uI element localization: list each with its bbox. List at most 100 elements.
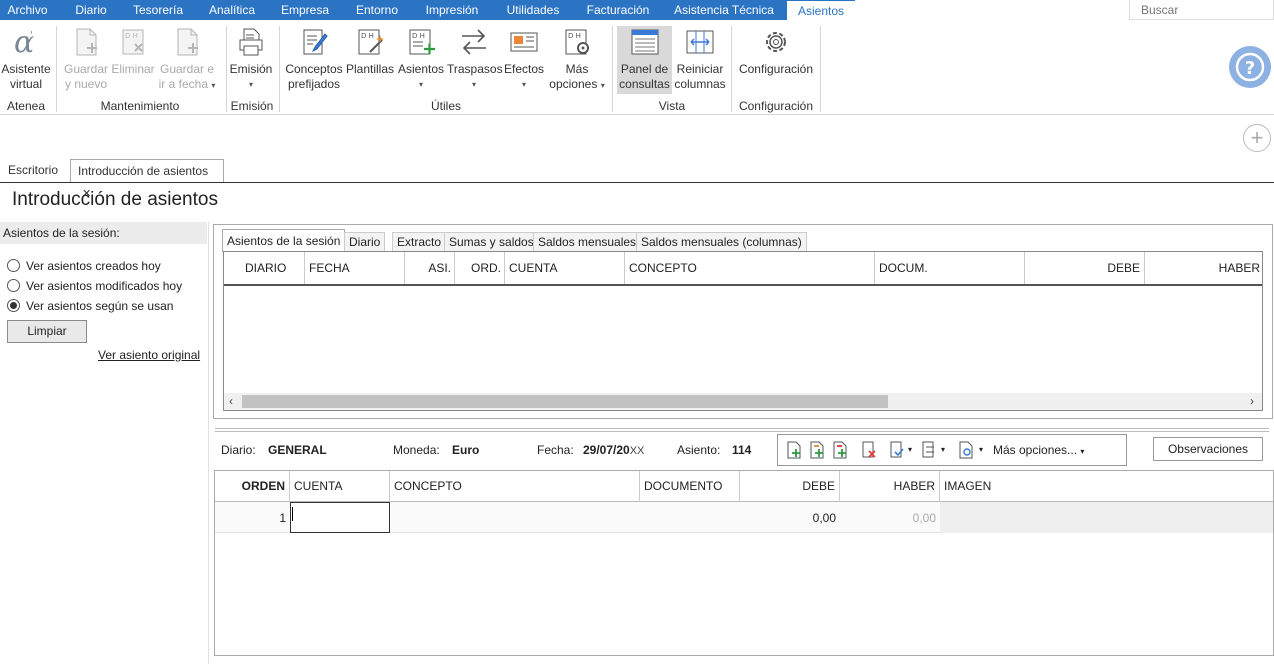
menu-tesoreria[interactable]: Tesorería	[126, 0, 190, 20]
radio-creados-hoy[interactable]	[7, 259, 20, 272]
col-header-cuenta[interactable]: CUENTA	[509, 252, 557, 285]
printer-icon	[239, 28, 263, 56]
col-header-ord[interactable]: ORD.	[454, 252, 501, 285]
bill-icon	[510, 32, 538, 52]
document-add-icon	[76, 28, 97, 56]
tab-asientos-sesion[interactable]: Asientos de la sesión	[222, 229, 346, 252]
menu-asientos[interactable]: Asientos	[787, 0, 855, 20]
tab-introduccion[interactable]: Introducción de asientos ✕	[70, 159, 224, 200]
cuenta-cell-input[interactable]	[290, 502, 390, 533]
col-header-documento[interactable]: DOCUMENTO	[644, 471, 722, 501]
col-header-concepto-lines[interactable]: CONCEPTO	[394, 471, 462, 501]
plantillas-button[interactable]: D H Plantillas	[346, 26, 394, 77]
delete-entry-icon: D H	[122, 29, 144, 55]
alpha-icon: α'	[14, 26, 34, 58]
chevron-down-icon[interactable]: ▾	[979, 445, 983, 454]
scroll-left-icon[interactable]: ‹	[229, 393, 233, 410]
menu-analitica[interactable]: Analítica	[199, 0, 265, 20]
asistente-virtual-button[interactable]: α ' Asistente virtual	[0, 26, 52, 92]
guardar-nuevo-label-2: y nuevo	[64, 77, 108, 91]
col-header-orden[interactable]: ORDEN	[215, 471, 285, 501]
radio-modificados-hoy[interactable]	[7, 279, 20, 292]
efectos-button[interactable]: Efectos ▾	[503, 26, 545, 92]
debe-cell[interactable]: 0,00	[739, 511, 836, 525]
menu-impresion[interactable]: Impresión	[418, 0, 486, 20]
menu-archivo[interactable]: Archivo	[0, 0, 55, 20]
insert-line-before-icon[interactable]	[832, 441, 848, 459]
chevron-down-icon[interactable]: ▾	[908, 445, 912, 454]
configuracion-button[interactable]: Configuración	[736, 26, 816, 77]
radio-segun-se-usan[interactable]	[7, 299, 20, 312]
delete-line-icon[interactable]	[861, 441, 877, 459]
emision-button[interactable]: Emisión ▾	[229, 26, 273, 92]
insert-line-after-icon[interactable]	[809, 441, 825, 459]
guardar-fecha-button[interactable]: Guardar e ir a fecha ▾	[157, 26, 217, 93]
group-separator	[612, 26, 613, 112]
panel-divider	[208, 222, 209, 664]
insert-line-icon[interactable]	[786, 441, 802, 459]
menu-entorno[interactable]: Entorno	[347, 0, 407, 20]
menu-utilidades[interactable]: Utilidades	[497, 0, 569, 20]
col-header-fecha[interactable]: FECHA	[309, 252, 350, 285]
col-header-docum[interactable]: DOCUM.	[879, 252, 928, 285]
menu-empresa[interactable]: Empresa	[274, 0, 336, 20]
splitter-line[interactable]	[215, 431, 1269, 432]
svg-text:D H: D H	[412, 32, 425, 40]
guardar-nuevo-button[interactable]: Guardar y nuevo	[62, 26, 110, 92]
haber-cell[interactable]: 0,00	[839, 511, 936, 525]
plantillas-label: Plantillas	[346, 62, 395, 76]
document-search-icon[interactable]	[958, 441, 974, 459]
scrollbar-thumb[interactable]	[242, 395, 888, 408]
scroll-right-icon[interactable]: ›	[1250, 393, 1254, 410]
reiniciar-label-2: columnas	[674, 77, 726, 91]
splitter-line[interactable]	[215, 428, 1269, 429]
imagen-cell[interactable]	[940, 502, 1273, 533]
conceptos-prefijados-button[interactable]: Conceptos prefijados	[284, 26, 344, 92]
ver-asiento-original-link[interactable]: Ver asiento original	[98, 348, 200, 362]
col-header-haber[interactable]: HABER	[1144, 252, 1260, 285]
mas-opciones-toolbar-button[interactable]: Más opciones... ▾	[993, 443, 1084, 457]
group-label-configuracion: Configuración	[738, 99, 814, 113]
asiento-value: 114	[732, 443, 752, 457]
session-header: Asientos de la sesión:	[0, 222, 207, 244]
search-input[interactable]	[1129, 0, 1274, 20]
col-header-imagen[interactable]: IMAGEN	[944, 471, 991, 501]
menu-diario[interactable]: Diario	[63, 0, 119, 20]
col-header-asi[interactable]: ASI.	[404, 252, 451, 285]
tab-saldos-mensuales[interactable]: Saldos mensuales	[533, 232, 642, 251]
emision-label: Emisión	[229, 62, 273, 76]
efectos-label: Efectos	[503, 62, 545, 76]
col-header-cuenta-lines[interactable]: CUENTA	[294, 471, 342, 501]
col-header-debe[interactable]: DEBE	[1024, 252, 1140, 285]
conceptos-label-1: Conceptos	[285, 62, 343, 76]
add-tab-icon[interactable]: +	[1243, 124, 1271, 152]
menu-asistencia[interactable]: Asistencia Técnica	[667, 0, 781, 20]
check-line-icon[interactable]	[889, 441, 905, 459]
col-header-debe-lines[interactable]: DEBE	[739, 471, 835, 501]
chevron-down-icon[interactable]: ▾	[941, 445, 945, 454]
svg-text:?: ?	[1245, 58, 1255, 79]
help-icon[interactable]: ?	[1229, 46, 1271, 88]
tab-extracto[interactable]: Extracto	[392, 232, 447, 251]
col-header-concepto[interactable]: CONCEPTO	[629, 252, 697, 285]
tab-escritorio[interactable]: Escritorio	[8, 159, 58, 183]
column-separator	[874, 252, 875, 285]
col-header-diario[interactable]: DIARIO	[245, 252, 286, 285]
limpiar-button[interactable]: Limpiar	[7, 320, 87, 343]
col-header-haber-lines[interactable]: HABER	[839, 471, 935, 501]
observaciones-button[interactable]: Observaciones	[1153, 437, 1263, 461]
page-title: Introducción de asientos	[12, 189, 218, 210]
tab-sumas-saldos[interactable]: Sumas y saldos	[444, 232, 539, 251]
mas-opciones-button[interactable]: D H Más opciones ▾	[547, 26, 607, 93]
asientos-button[interactable]: D H Asientos ▾	[397, 26, 445, 92]
svg-text:': '	[30, 30, 33, 41]
menu-facturacion[interactable]: Facturación	[578, 0, 658, 20]
traspasos-button[interactable]: Traspasos ▾	[447, 26, 503, 92]
asistente-label-2: virtual	[9, 77, 42, 91]
split-line-icon[interactable]	[921, 441, 937, 459]
reiniciar-columnas-button[interactable]: Reiniciar columnas	[674, 26, 726, 92]
tab-diario[interactable]: Diario	[344, 232, 386, 251]
eliminar-button[interactable]: D H Eliminar	[111, 26, 155, 77]
tab-saldos-mensuales-columnas[interactable]: Saldos mensuales (columnas)	[636, 232, 807, 251]
panel-consultas-button[interactable]: Panel de consultas	[617, 26, 672, 94]
